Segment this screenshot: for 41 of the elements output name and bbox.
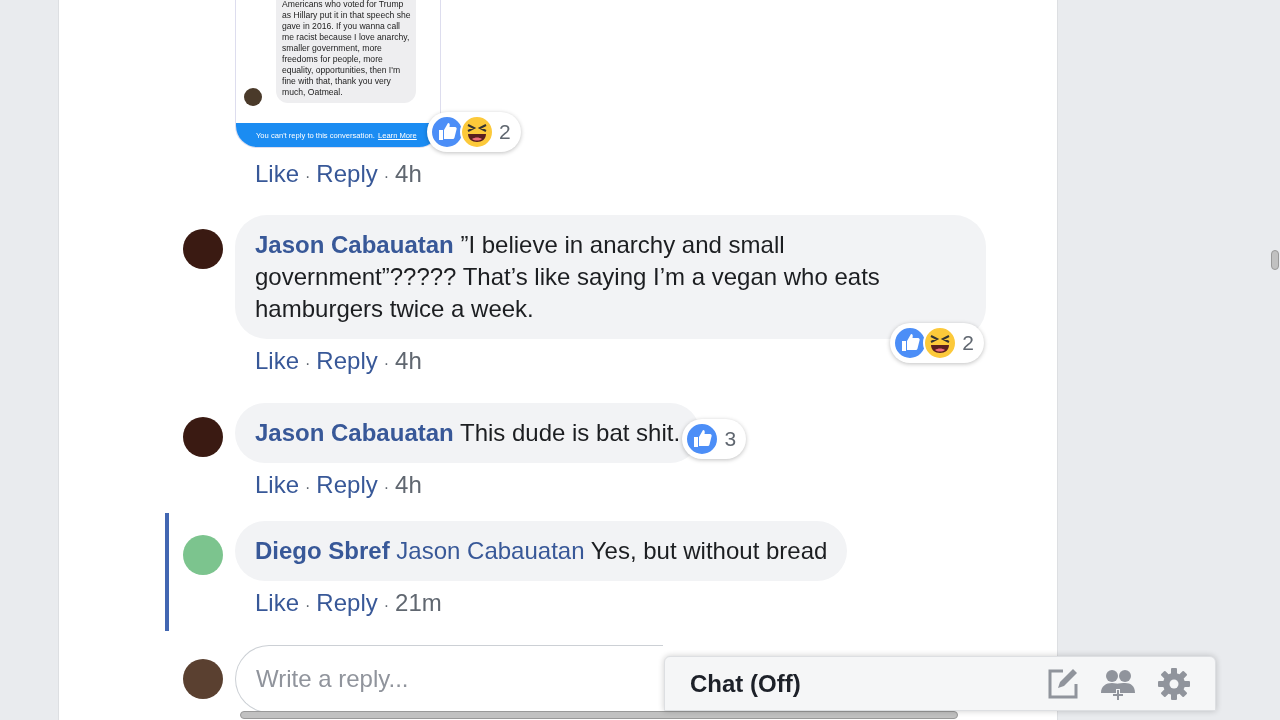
like-link[interactable]: Like	[255, 156, 300, 192]
reactions-summary[interactable]: 2	[890, 323, 984, 363]
scrollbar-thumb[interactable]	[1271, 250, 1279, 270]
separator-dot: ·	[383, 167, 390, 187]
separator-dot: ·	[383, 478, 390, 498]
timestamp: 4h	[395, 346, 422, 376]
reply-link[interactable]: Reply	[316, 156, 378, 192]
reply-link[interactable]: Reply	[316, 585, 378, 621]
settings-icon[interactable]	[1157, 666, 1191, 701]
reactions-summary[interactable]: 3	[682, 419, 747, 459]
comment-text: Jason Cabauatan This dude is bat shit.	[255, 418, 681, 448]
reaction-count: 3	[724, 427, 737, 451]
timestamp: 21m	[395, 588, 442, 618]
laughing-reaction-icon	[459, 114, 495, 150]
like-link[interactable]: Like	[255, 343, 300, 379]
mention-link[interactable]: Jason Cabauatan	[396, 537, 585, 564]
reaction-count: 2	[499, 120, 511, 144]
reactions-summary[interactable]: 2	[427, 112, 521, 152]
like-link[interactable]: Like	[255, 467, 300, 503]
author-name-link[interactable]: Jason Cabauatan	[255, 419, 454, 446]
separator-dot: ·	[383, 354, 390, 374]
separator-dot: ·	[305, 596, 311, 616]
reply-link[interactable]: Reply	[316, 343, 378, 379]
separator-dot: ·	[305, 478, 311, 498]
comment-text: Jason Cabauatan ”I believe in anarchy and small government”????? That’s like saying I’m a vegan who eats hamburgers twice a week.	[255, 230, 881, 324]
timestamp: 4h	[395, 470, 422, 500]
like-link[interactable]: Like	[255, 585, 300, 621]
chat-title: Chat (Off)	[690, 669, 802, 698]
separator-dot: ·	[305, 354, 311, 374]
avatar	[244, 88, 262, 106]
author-name-link[interactable]: Diego Sbref	[255, 537, 390, 564]
separator-dot: ·	[383, 596, 390, 616]
separator-dot: ·	[305, 167, 311, 187]
reaction-count: 2	[962, 331, 974, 355]
timestamp: 4h	[395, 159, 422, 189]
comment-text: Diego Sbref Jason Cabauatan Yes, but without bread	[255, 536, 828, 566]
author-name-link[interactable]: Jason Cabauatan	[255, 231, 454, 258]
reply-link[interactable]: Reply	[316, 467, 378, 503]
scrollbar-thumb[interactable]	[240, 711, 958, 719]
reply-input-field[interactable]: Write a reply...	[235, 645, 663, 713]
message-bubble: Americans who voted for Trump as Hillary put it in that speech she gave in 2016. If you wanna call me racist because I love anarchy, smaller government, more freedoms for people, more equality, opportunities, then I'm fine with that, thank you very much, Oatmeal.	[276, 0, 416, 103]
